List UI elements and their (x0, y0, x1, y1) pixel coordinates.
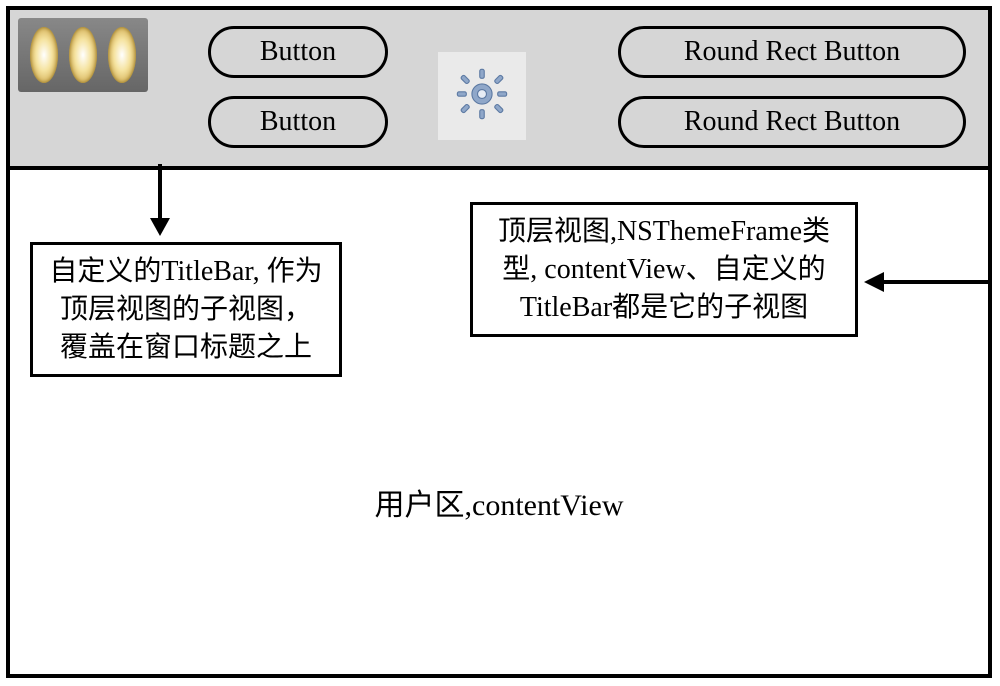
callout-titlebar: 自定义的TitleBar, 作为顶层视图的子视图，覆盖在窗口标题之上 (30, 242, 342, 377)
window-frame: Button Button (6, 6, 992, 678)
custom-titlebar: Button Button (10, 10, 988, 170)
content-view-label: 用户区,contentView (10, 480, 988, 524)
gear-icon (454, 66, 510, 127)
button-label: Button (260, 36, 336, 68)
traffic-light-icon (30, 27, 58, 83)
button-label: Button (260, 106, 336, 138)
button-label: Round Rect Button (684, 106, 900, 138)
round-rect-button-2[interactable]: Round Rect Button (618, 96, 966, 148)
button-2[interactable]: Button (208, 96, 388, 148)
arrow-down-icon (140, 164, 180, 242)
traffic-light-icon (108, 27, 136, 83)
content-view: 自定义的TitleBar, 作为顶层视图的子视图，覆盖在窗口标题之上 顶层视图,… (10, 170, 988, 674)
callout-text: 自定义的TitleBar, 作为顶层视图的子视图，覆盖在窗口标题之上 (49, 256, 322, 363)
arrow-left-icon (858, 262, 990, 302)
gear-icon-box (438, 52, 526, 140)
content-view-label-text: 用户区,contentView (375, 489, 624, 522)
round-rect-button-1[interactable]: Round Rect Button (618, 26, 966, 78)
callout-text: 顶层视图,NSThemeFrame类型, contentView、自定义的Tit… (498, 216, 830, 323)
callout-themeframe: 顶层视图,NSThemeFrame类型, contentView、自定义的Tit… (470, 202, 858, 337)
button-1[interactable]: Button (208, 26, 388, 78)
traffic-light-icon (69, 27, 97, 83)
traffic-lights (18, 18, 148, 92)
button-label: Round Rect Button (684, 36, 900, 68)
